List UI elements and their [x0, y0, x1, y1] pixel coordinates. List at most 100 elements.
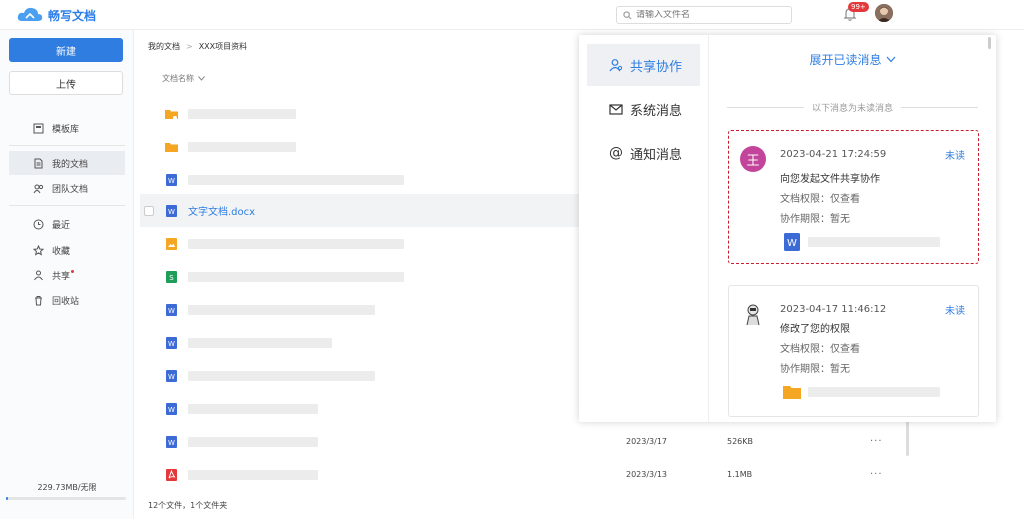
message-permission: 文档权限：仅查看 [780, 344, 860, 355]
robot-avatar-icon [746, 304, 760, 326]
file-name-placeholder [188, 174, 404, 185]
breadcrumb-root[interactable]: 我的文档 [148, 41, 180, 52]
main-scrollbar[interactable] [906, 420, 909, 456]
avatar-image [875, 4, 893, 22]
notification-badge: 99+ [848, 2, 869, 12]
sidebar-item-label: 最近 [52, 220, 71, 231]
message-tabs: 共享协作 系统消息 @ 通知消息 [579, 35, 709, 422]
word-doc-icon: W [166, 173, 177, 186]
mail-icon [609, 104, 623, 115]
file-count: 12个文件，1个文件夹 [148, 501, 228, 510]
file-row[interactable]: 2023/3/13 1.1MB ··· [140, 458, 912, 491]
message-card[interactable]: 王 2023-04-21 17:24:59 未读 向您发起文件共享协作 文档权限… [728, 130, 979, 264]
svg-text:W: W [168, 406, 175, 414]
sidebar-item-label: 我的文档 [52, 159, 89, 170]
folder-icon [165, 142, 178, 152]
file-name-placeholder [808, 237, 940, 247]
breadcrumb: 我的文档 > XXX项目资料 [148, 41, 247, 52]
tab-label: 共享协作 [630, 59, 683, 75]
expand-read-messages[interactable]: 展开已读消息 [709, 51, 996, 68]
more-options-icon[interactable]: ··· [870, 436, 883, 447]
search-input[interactable] [636, 10, 776, 20]
shared-folder-icon [165, 109, 178, 120]
word-doc-shared-icon: W [166, 435, 177, 448]
at-icon: @ [609, 145, 623, 161]
word-doc-shared-icon: W [166, 204, 177, 217]
word-doc-shared-icon: W [166, 369, 177, 382]
file-name-placeholder [188, 238, 404, 249]
svg-text:W: W [168, 307, 175, 315]
storage-bar [6, 497, 126, 500]
file-row[interactable]: W 2023/3/17 526KB ··· [140, 425, 912, 458]
star-icon [33, 244, 44, 256]
divider [9, 205, 125, 206]
unread-dot [71, 269, 75, 273]
divider [9, 145, 125, 146]
sidebar: 新建 上传 模板库 我的文档 团队文档 最近 收藏 共享 回收站 229.73M… [0, 30, 134, 519]
app-logo[interactable]: 畅写文档 [16, 6, 96, 24]
sidebar-item-label: 共享 [52, 271, 71, 282]
svg-text:W: W [787, 238, 797, 249]
row-checkbox[interactable] [144, 205, 154, 216]
file-name-placeholder [188, 141, 296, 152]
tab-label: 系统消息 [630, 103, 683, 119]
sidebar-item-templates[interactable]: 模板库 [9, 116, 125, 140]
search-box[interactable] [616, 6, 792, 24]
sidebar-item-favorites[interactable]: 收藏 [9, 238, 125, 262]
word-doc-icon: W [784, 233, 800, 251]
message-time: 2023-04-17 11:46:12 [780, 304, 887, 315]
file-name-placeholder [188, 403, 318, 414]
file-date: 2023/3/13 [626, 470, 668, 479]
image-file-icon [166, 237, 177, 250]
unread-divider: 以下消息为未读消息 [727, 101, 979, 114]
file-name-placeholder [808, 387, 940, 397]
spreadsheet-icon: S [166, 270, 177, 283]
message-action: 向您发起文件共享协作 [780, 174, 880, 185]
svg-text:W: W [168, 340, 175, 348]
folder-icon [783, 386, 801, 399]
chevron-down-icon [886, 56, 895, 63]
divider-text: 以下消息为未读消息 [812, 104, 894, 114]
column-header-name[interactable]: 文档名称 [162, 73, 205, 84]
cloud-logo-icon [17, 7, 43, 21]
message-period: 协作期限：暂无 [780, 214, 850, 225]
user-avatar[interactable] [875, 4, 893, 22]
tab-system-messages[interactable]: 系统消息 [587, 88, 700, 130]
svg-text:W: W [168, 373, 175, 381]
breadcrumb-separator: > [186, 42, 193, 51]
file-name-placeholder [188, 436, 318, 447]
sender-avatar: 王 [740, 146, 766, 172]
unread-status: 未读 [945, 306, 965, 317]
message-time: 2023-04-21 17:24:59 [780, 149, 887, 160]
upload-button[interactable]: 上传 [9, 71, 123, 95]
tab-share-collab[interactable]: 共享协作 [587, 44, 700, 86]
svg-text:W: W [168, 208, 175, 216]
sender-avatar [740, 301, 766, 327]
message-permission: 文档权限：仅查看 [780, 194, 860, 205]
file-date: 2023/3/17 [626, 437, 668, 446]
file-size: 1.1MB [727, 470, 753, 479]
word-doc-icon: W [166, 402, 177, 415]
file-name-placeholder [188, 108, 296, 119]
sidebar-item-shared[interactable]: 共享 [9, 263, 125, 287]
tab-notifications[interactable]: @ 通知消息 [587, 132, 700, 174]
tab-label: 通知消息 [630, 147, 683, 163]
sidebar-item-label: 收藏 [52, 246, 71, 257]
document-icon [33, 158, 44, 169]
sidebar-item-team-docs[interactable]: 团队文档 [9, 176, 125, 200]
message-card[interactable]: 2023-04-17 11:46:12 未读 修改了您的权限 文档权限：仅查看 … [728, 285, 979, 417]
top-bar: 畅写文档 99+ [0, 0, 1024, 30]
file-name[interactable]: 文字文档.docx [188, 203, 255, 218]
app-name: 畅写文档 [48, 8, 97, 23]
sidebar-item-my-docs[interactable]: 我的文档 [9, 151, 125, 175]
more-options-icon[interactable]: ··· [870, 469, 883, 480]
team-icon [33, 183, 44, 194]
sidebar-item-label: 模板库 [52, 124, 80, 135]
svg-text:S: S [169, 274, 174, 282]
svg-text:W: W [168, 439, 175, 447]
sidebar-item-trash[interactable]: 回收站 [9, 288, 125, 312]
panel-scrollbar[interactable] [988, 37, 991, 49]
sidebar-item-recent[interactable]: 最近 [9, 212, 125, 236]
share-icon [33, 270, 44, 281]
new-button[interactable]: 新建 [9, 38, 123, 62]
